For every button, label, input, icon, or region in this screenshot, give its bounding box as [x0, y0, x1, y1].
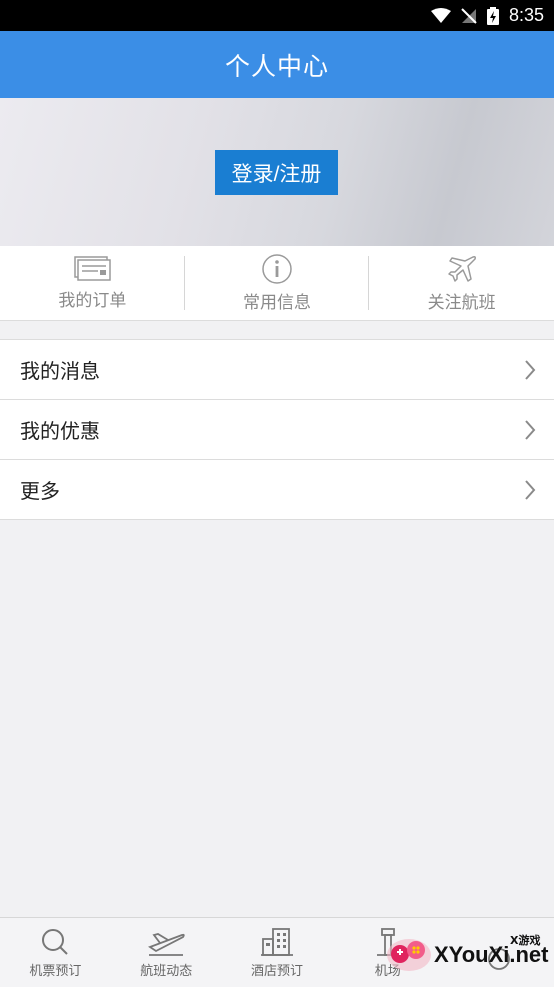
menu-item-label: 我的优惠 — [20, 419, 100, 443]
header-bar: 个人中心 — [0, 31, 554, 98]
search-icon — [42, 929, 69, 955]
followed-flights-button[interactable]: 关注航班 — [369, 246, 554, 320]
tab-label: 酒店预订 — [250, 964, 303, 979]
tab-flight-status[interactable]: 航班动态 — [111, 918, 222, 987]
menu-item-label: 更多 — [20, 479, 60, 503]
tab-label: 机票预订 — [29, 964, 82, 979]
status-time: 8:35 — [508, 5, 544, 25]
status-bar: 8:35 — [0, 0, 554, 31]
my-orders-button[interactable]: 我的订单 — [0, 246, 185, 320]
chevron-right-icon — [525, 359, 536, 380]
chevron-right-icon — [525, 419, 536, 440]
menu-item-messages[interactable]: 我的消息 — [0, 340, 554, 400]
watermark-brand: XYouXi.net — [434, 942, 549, 967]
gamepad-logo-icon — [387, 939, 431, 971]
watermark-logo: X游戏 XYouXi.net — [386, 928, 552, 980]
menu-item-more[interactable]: 更多 — [0, 460, 554, 520]
my-orders-label: 我的订单 — [58, 291, 127, 311]
tab-hotel-booking[interactable]: 酒店预订 — [222, 918, 333, 987]
no-signal-icon — [461, 7, 477, 24]
info-icon — [262, 254, 292, 284]
battery-icon — [486, 6, 499, 25]
hotel-icon — [260, 928, 293, 956]
menu-item-coupons[interactable]: 我的优惠 — [0, 400, 554, 460]
page-title: 个人中心 — [224, 51, 329, 81]
tab-flight-booking[interactable]: 机票预订 — [0, 918, 111, 987]
wifi-icon — [430, 7, 451, 23]
menu-list: 我的消息 我的优惠 更多 — [0, 339, 554, 520]
common-info-label: 常用信息 — [243, 293, 311, 313]
chevron-right-icon — [525, 479, 536, 500]
login-register-button[interactable]: 登录/注册 — [215, 150, 338, 195]
menu-item-label: 我的消息 — [20, 359, 100, 383]
takeoff-icon — [148, 933, 185, 956]
order-icon — [74, 256, 112, 281]
quick-actions: 我的订单 常用信息 关注航班 — [0, 246, 554, 321]
common-info-button[interactable]: 常用信息 — [185, 246, 370, 320]
tab-label: 航班动态 — [140, 964, 193, 979]
followed-flights-label: 关注航班 — [427, 293, 496, 313]
plane-icon — [447, 256, 476, 282]
